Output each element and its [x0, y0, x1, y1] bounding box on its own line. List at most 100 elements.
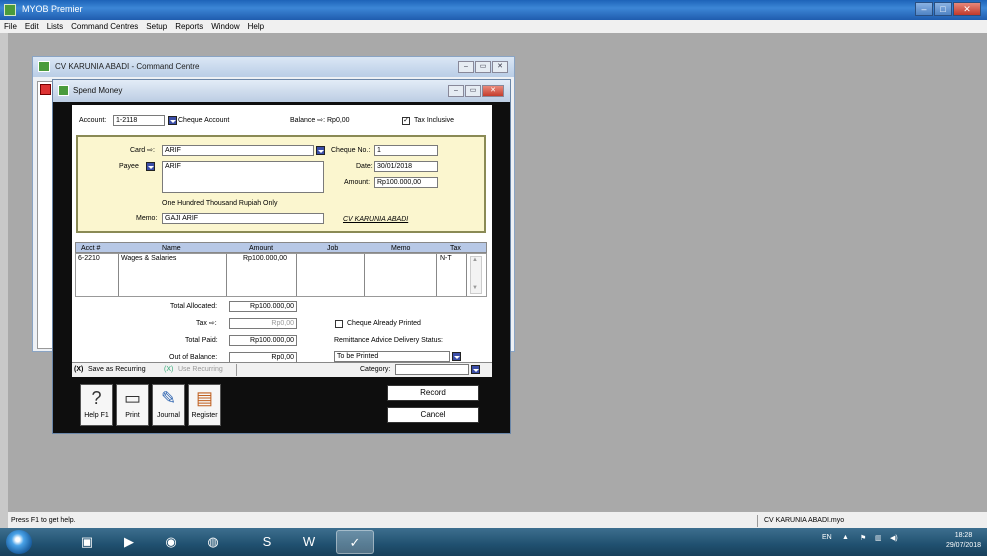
tax-label[interactable]: Tax ⇨:: [196, 319, 217, 329]
category-field[interactable]: [395, 364, 469, 375]
register-icon: ▤: [195, 388, 213, 408]
account-number-field[interactable]: 1-2118: [113, 115, 165, 126]
register-button[interactable]: ▤ Register: [188, 384, 221, 426]
flag-icon[interactable]: ⚑: [860, 534, 866, 542]
col-job: Job: [327, 245, 339, 252]
save-recurring-icon[interactable]: (X): [74, 365, 83, 375]
myob-window-icon: [38, 61, 50, 72]
total-allocated-label: Total Allocated:: [170, 303, 218, 310]
myob-taskbar-icon[interactable]: ✓: [336, 530, 374, 554]
menu-edit[interactable]: Edit: [21, 20, 43, 33]
chrome-icon[interactable]: ◉: [152, 530, 190, 554]
date-label: Date:: [356, 163, 373, 170]
account-name: Cheque Account: [178, 117, 230, 124]
menu-window[interactable]: Window: [207, 20, 243, 33]
tax-inclusive-label: Tax Inclusive: [414, 117, 455, 124]
minimize-icon[interactable]: –: [458, 61, 474, 73]
tray-arrow-icon[interactable]: ▲: [842, 534, 849, 541]
row-name[interactable]: Wages & Salaries: [121, 254, 176, 263]
menu-reports[interactable]: Reports: [171, 20, 207, 33]
start-button[interactable]: [6, 530, 32, 554]
minimize-icon[interactable]: –: [448, 85, 464, 97]
file-explorer-icon[interactable]: ▣: [68, 530, 106, 554]
command-centre-title-bar[interactable]: CV KARUNIA ABADI - Command Centre – ▭ ✕: [33, 57, 514, 77]
date-field[interactable]: 30/01/2018: [374, 161, 438, 172]
close-icon[interactable]: ✕: [492, 61, 508, 73]
help-button-label: Help F1: [84, 412, 109, 419]
network-icon[interactable]: ▥: [875, 534, 882, 542]
card-label[interactable]: Card ⇨:: [130, 146, 155, 156]
cancel-button[interactable]: Cancel: [387, 407, 479, 423]
command-centre-icon[interactable]: [40, 84, 51, 95]
restore-icon[interactable]: ▭: [465, 85, 481, 97]
journal-button-label: Journal: [157, 412, 180, 419]
col-memo: Memo: [391, 245, 411, 252]
spend-money-window[interactable]: Spend Money – ▭ ✕ Account: 1-2118 Cheque…: [52, 79, 511, 434]
minimize-icon[interactable]: –: [915, 2, 933, 16]
col-acct: Acct #: [81, 245, 101, 252]
clock-date: 29/07/2018: [945, 542, 981, 549]
firefox-icon[interactable]: ◍: [194, 530, 232, 554]
spend-money-title: Spend Money: [73, 86, 123, 95]
grid-scrollbar[interactable]: ▲ ▼: [470, 256, 482, 294]
close-icon[interactable]: ✕: [953, 2, 981, 16]
tax-inclusive-checkbox[interactable]: ✓: [402, 117, 410, 125]
table-row[interactable]: 6-2210 Wages & Salaries Rp100.000,00 N-T: [76, 254, 466, 263]
company-signature: CV KARUNIA ABADI: [343, 216, 409, 223]
command-centre-sidebar: [37, 81, 53, 349]
language-indicator[interactable]: EN: [822, 534, 832, 541]
menu-setup[interactable]: Setup: [142, 20, 171, 33]
journal-icon: ✎: [160, 388, 177, 408]
menu-lists[interactable]: Lists: [43, 20, 67, 33]
remittance-dropdown-icon[interactable]: [452, 352, 461, 361]
taskbar: ▣ ▶ ◉ ◍ S W ✓ EN ▲ ⚑ ▥ ◀) 18:28 29/07/20…: [0, 528, 987, 556]
word-icon[interactable]: W: [290, 530, 328, 554]
col-name: Name: [162, 245, 181, 252]
close-icon[interactable]: ✕: [482, 85, 504, 97]
account-label: Account:: [79, 117, 107, 124]
volume-icon[interactable]: ◀): [890, 534, 898, 542]
amount-field[interactable]: Rp100.000,00: [374, 177, 438, 188]
memo-label: Memo:: [136, 215, 158, 222]
spend-money-title-bar[interactable]: Spend Money – ▭ ✕: [53, 80, 510, 102]
cheque-panel: Card ⇨: ARIF Payee ARIF Cheque No.: 1 Da…: [76, 135, 486, 233]
payee-list-icon[interactable]: [146, 162, 155, 171]
status-help-text: Press F1 to get help.: [8, 515, 758, 527]
restore-icon[interactable]: ▭: [475, 61, 491, 73]
clock[interactable]: 18:28 29/07/2018: [946, 531, 981, 551]
col-amount: Amount: [249, 245, 274, 252]
cheque-printed-checkbox[interactable]: [335, 320, 343, 328]
row-amount[interactable]: Rp100.000,00: [243, 254, 287, 263]
scroll-down-icon[interactable]: ▼: [472, 285, 478, 291]
command-centre-title: CV KARUNIA ABADI - Command Centre: [55, 62, 200, 71]
memo-field[interactable]: GAJI ARIF: [162, 213, 324, 224]
use-recurring-button: Use Recurring: [178, 366, 223, 373]
save-recurring-button[interactable]: Save as Recurring: [88, 365, 146, 375]
media-player-icon[interactable]: ▶: [110, 530, 148, 554]
menu-bar: File Edit Lists Command Centres Setup Reports…: [0, 20, 987, 33]
journal-button[interactable]: ✎ Journal: [152, 384, 185, 426]
payee-field[interactable]: ARIF: [162, 161, 324, 193]
menu-help[interactable]: Help: [244, 20, 268, 33]
row-acct[interactable]: 6-2210: [78, 254, 100, 263]
help-button[interactable]: ? Help F1: [80, 384, 113, 426]
command-centre-controls: – ▭ ✕: [457, 61, 508, 73]
scroll-up-icon[interactable]: ▲: [472, 257, 478, 263]
menu-command-centres[interactable]: Command Centres: [67, 20, 142, 33]
balance-text: Balance ⇨: Rp0,00: [290, 117, 350, 124]
cheque-no-field[interactable]: 1: [374, 145, 438, 156]
total-allocated-field: Rp100.000,00: [229, 301, 297, 312]
skype-icon[interactable]: S: [248, 530, 286, 554]
account-list-icon[interactable]: [168, 116, 177, 125]
maximize-icon[interactable]: □: [934, 2, 952, 16]
print-button-label: Print: [125, 412, 140, 419]
allocation-grid-header: Acct # Name Amount Job Memo Tax: [75, 242, 487, 253]
menu-file[interactable]: File: [0, 20, 21, 33]
category-dropdown-icon[interactable]: [471, 365, 480, 374]
card-list-icon[interactable]: [316, 146, 325, 155]
remittance-select[interactable]: To be Printed: [334, 351, 450, 362]
print-button[interactable]: ▭ Print: [116, 384, 149, 426]
card-field[interactable]: ARIF: [162, 145, 314, 156]
row-tax[interactable]: N-T: [440, 254, 452, 263]
record-button[interactable]: Record: [387, 385, 479, 401]
